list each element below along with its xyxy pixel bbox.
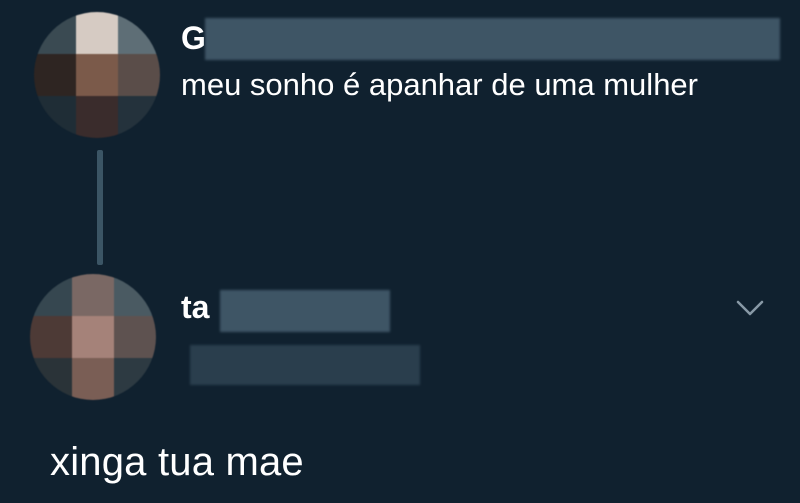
thread-connector-line	[97, 150, 103, 265]
redacted-author-name	[205, 18, 780, 60]
reply-text: xinga tua mae	[50, 440, 304, 484]
redacted-reply-author-name	[220, 290, 390, 332]
redacted-reply-handle	[190, 345, 420, 385]
tweet-thread: G meu sonho é apanhar de uma mulher ta x…	[0, 0, 800, 503]
tweet-text: meu sonho é apanhar de uma mulher	[181, 67, 698, 102]
reply-author-name[interactable]: ta	[181, 289, 209, 326]
chevron-down-icon[interactable]	[735, 298, 765, 318]
author-name[interactable]: G	[181, 20, 206, 57]
author-avatar-icon[interactable]	[34, 12, 160, 138]
reply-author-avatar-icon[interactable]	[30, 274, 156, 400]
